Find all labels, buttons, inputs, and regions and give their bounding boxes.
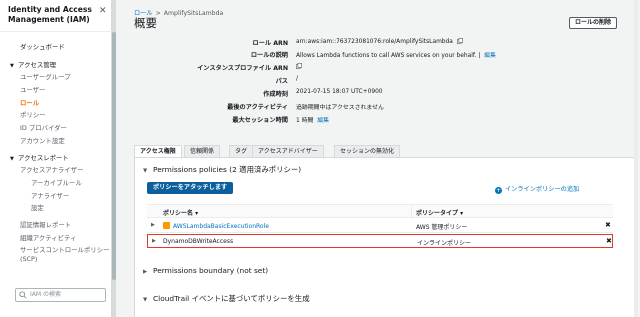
policy-name: AWSLambdaBasicExecutionRole [163, 222, 269, 230]
caret-right-icon: ▶ [143, 269, 148, 275]
summary-row-max-session: 最大セッション時間 1 時間 編集 [136, 115, 636, 127]
sidebar-nav: ダッシュボード ▼ アクセス管理 ユーザーグループ ユーザー ロール ポリシー I… [0, 41, 112, 263]
summary-label: インスタンスプロファイル ARN [197, 65, 288, 72]
permissions-panel: ▼ Permissions policies (2 適用済みポリシー) ポリシーを… [134, 157, 636, 317]
tab-tags[interactable]: タグ [229, 145, 254, 157]
search-icon [19, 291, 27, 299]
summary-value: Allows Lambda functions to call AWS serv… [296, 53, 496, 59]
sidebar-item-users[interactable]: ユーザー [0, 84, 112, 97]
sidebar-section-label: アクセスレポート [18, 153, 69, 162]
tab-trust-relationships[interactable]: 信頼関係 [184, 145, 221, 157]
copy-icon[interactable] [296, 63, 302, 69]
attach-policies-button[interactable]: ポリシーをアタッチします [147, 182, 234, 194]
summary-value [296, 63, 302, 70]
sidebar-item-roles[interactable]: ロール [0, 97, 112, 110]
created-time-value: 2021-07-15 18:07 UTC+0900 [296, 89, 383, 95]
summary-value: arn:aws:iam::763723081076:role/AmplifySi… [296, 38, 463, 45]
caret-down-icon: ▼ [143, 297, 148, 303]
summary-label: 最後のアクティビティ [227, 104, 288, 111]
breadcrumb-current: AmplifySitsLambda [163, 10, 224, 17]
search-input[interactable]: IAM の検索 [15, 288, 106, 302]
column-header-policy-type[interactable]: ポリシータイプ ▾ [416, 208, 463, 217]
sidebar-item-identity-providers[interactable]: ID プロバイダー [0, 122, 112, 135]
sidebar-divider [0, 31, 112, 32]
edit-max-session-link[interactable]: 編集 [317, 118, 329, 124]
add-inline-policy-label: インラインポリシーの追加 [505, 186, 580, 193]
summary-label: ロールの説明 [250, 52, 288, 59]
plus-circle-icon: + [495, 187, 502, 194]
sidebar-item-access-analyzer[interactable]: アクセスアナライザー [0, 164, 112, 177]
column-header-policy-name[interactable]: ポリシー名 ▾ [163, 208, 198, 217]
max-session-value: 1 時間 [296, 118, 314, 124]
table-row[interactable]: ▶ AWSLambdaBasicExecutionRole AWS 管理ポリシー… [147, 219, 613, 233]
sidebar-item-analyzers[interactable]: アナライザー [0, 190, 112, 203]
role-path-value: / [296, 76, 298, 82]
sidebar-item-user-groups[interactable]: ユーザーグループ [0, 71, 112, 84]
table-header: ポリシー名 ▾ ポリシータイプ ▾ [147, 204, 613, 219]
summary-value: 1 時間 編集 [296, 115, 329, 124]
policy-name: DynamoDBWriteAccess [163, 238, 234, 245]
tab-access-advisor[interactable]: アクセスアドバイザー [252, 145, 324, 157]
policy-link[interactable]: AWSLambdaBasicExecutionRole [173, 223, 269, 230]
add-inline-policy-link[interactable]: + インラインポリシーの追加 [495, 184, 579, 194]
permissions-policies-header[interactable]: ▼ Permissions policies (2 適用済みポリシー) [143, 164, 301, 175]
sidebar: Identity and Access Management (IAM) ✕ ダ… [0, 0, 112, 317]
policy-type: インラインポリシー [417, 240, 472, 247]
remove-policy-icon[interactable]: ✖ [605, 221, 611, 229]
summary-label: パス [275, 78, 288, 85]
sidebar-item-org-activity[interactable]: 組織アクティビティ [0, 232, 112, 245]
summary-label: 最大セッション時間 [232, 117, 288, 124]
summary-row-last-activity: 最後のアクティビティ 追跡期間中はアクセスされません [136, 102, 636, 114]
sidebar-item-scp[interactable]: サービスコントロールポリシー (SCP) [0, 244, 112, 262]
summary-row-arn: ロール ARN arn:aws:iam::763723081076:role/A… [136, 38, 636, 50]
sidebar-item-credential-report[interactable]: 認証情報レポート [0, 219, 112, 232]
tab-revoke-sessions[interactable]: セッションの無効化 [334, 145, 401, 157]
section-title: Permissions policies (2 適用済みポリシー) [153, 165, 302, 174]
summary-label: ロール ARN [252, 40, 288, 47]
summary-row-description: ロールの説明 Allows Lambda functions to call A… [136, 50, 636, 62]
sidebar-section-label: アクセス管理 [18, 60, 57, 69]
remove-policy-icon[interactable]: ✖ [606, 237, 612, 245]
caret-down-icon: ▼ [10, 155, 14, 162]
expand-icon[interactable]: ▶ [151, 222, 155, 228]
caret-down-icon: ▼ [10, 62, 14, 69]
sidebar-scrollbar[interactable] [112, 0, 116, 317]
copy-icon[interactable] [456, 38, 463, 44]
page-title: 概要 [134, 16, 157, 30]
sidebar-item-dashboard[interactable]: ダッシュボード [0, 41, 112, 54]
role-description-value: Allows Lambda functions to call AWS serv… [296, 53, 477, 59]
delete-role-button[interactable]: ロールの削除 [569, 17, 618, 29]
summary-row-path: パス / [136, 76, 636, 88]
main-content: ロール > AmplifySitsLambda 概要 ロールの削除 ロール ARN … [124, 0, 636, 317]
table-row-highlighted[interactable]: ▶ DynamoDBWriteAccess インラインポリシー ✖ [147, 234, 613, 248]
cloudtrail-policy-header[interactable]: ▼ CloudTrail イベントに基づいてポリシーを生成 [143, 293, 310, 304]
last-activity-value: 追跡期間中はアクセスされません [296, 105, 384, 111]
expand-icon[interactable]: ▶ [152, 238, 156, 244]
sidebar-item-settings[interactable]: 設定 [0, 202, 112, 215]
aws-managed-icon [163, 222, 170, 229]
sidebar-section-access-management[interactable]: ▼ アクセス管理 [0, 59, 112, 72]
permissions-boundary-header[interactable]: ▶ Permissions boundary (not set) [143, 266, 268, 275]
scrollbar-thumb[interactable] [112, 32, 116, 280]
summary-row-instance-profile: インスタンスプロファイル ARN [136, 63, 636, 75]
section-title: Permissions boundary (not set) [153, 266, 269, 275]
summary-row-created: 作成時刻 2021-07-15 18:07 UTC+0900 [136, 89, 636, 101]
search-placeholder: IAM の検索 [30, 291, 61, 298]
sidebar-item-archive-rules[interactable]: アーカイブルール [0, 177, 112, 190]
column-divider [411, 205, 412, 219]
summary-label: 作成時刻 [263, 91, 288, 98]
sidebar-item-account-settings[interactable]: アカウント設定 [0, 135, 112, 148]
section-title: CloudTrail イベントに基づいてポリシーを生成 [153, 294, 310, 303]
sidebar-item-policies[interactable]: ポリシー [0, 109, 112, 122]
page-scrollbar[interactable] [634, 0, 638, 317]
policy-type: AWS 管理ポリシー [416, 224, 468, 231]
sidebar-title: Identity and Access Management (IAM) [8, 5, 92, 24]
sidebar-section-access-reports[interactable]: ▼ アクセスレポート [0, 152, 112, 165]
edit-description-link[interactable]: 編集 [484, 53, 496, 59]
close-icon[interactable]: ✕ [99, 6, 107, 16]
role-arn-value: arn:aws:iam::763723081076:role/AmplifySi… [296, 39, 453, 45]
caret-down-icon: ▼ [143, 168, 148, 174]
